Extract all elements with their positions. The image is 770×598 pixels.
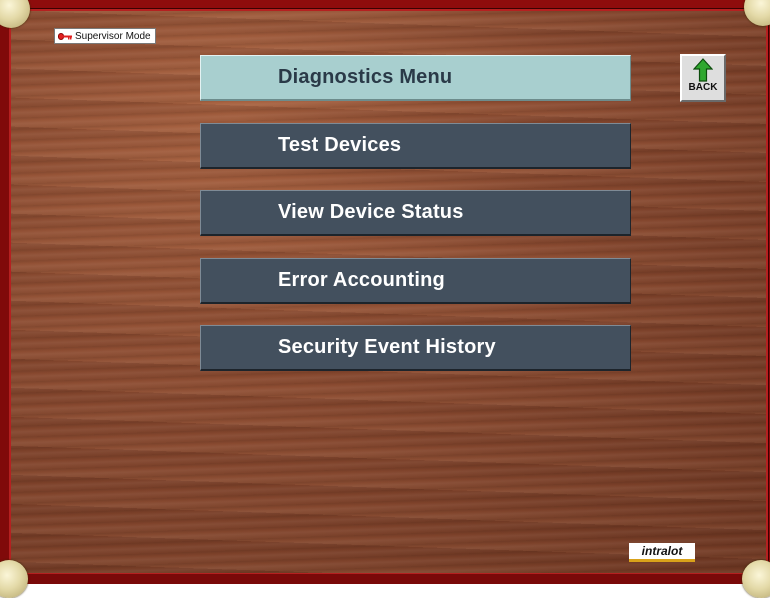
intralot-logo: intralot — [629, 543, 695, 562]
supervisor-mode-indicator: Supervisor Mode — [54, 28, 156, 44]
view-device-status-button[interactable]: View Device Status — [200, 190, 631, 236]
test-devices-button[interactable]: Test Devices — [200, 123, 631, 169]
back-button[interactable]: BACK — [680, 54, 726, 102]
supervisor-mode-label: Supervisor Mode — [75, 30, 151, 42]
frame-bottom-edge — [0, 574, 770, 584]
key-icon — [58, 32, 72, 40]
back-label: BACK — [688, 82, 718, 93]
frame-left-edge — [0, 0, 9, 584]
error-accounting-button[interactable]: Error Accounting — [200, 258, 631, 304]
app-window: Supervisor Mode Diagnostics Menu Test De… — [0, 0, 770, 598]
security-event-history-button[interactable]: Security Event History — [200, 325, 631, 371]
diagnostics-menu-title: Diagnostics Menu — [200, 55, 631, 101]
up-arrow-icon — [693, 56, 713, 82]
corner-ornament-bottom-right — [742, 560, 770, 598]
